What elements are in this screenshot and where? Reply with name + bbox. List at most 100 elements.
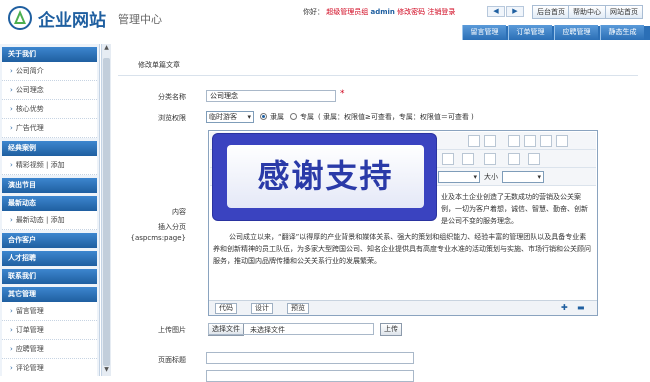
sidebar-item[interactable]: › 最新动态 | 添加 [2,211,97,230]
paging-tag: {aspcms:page} [130,234,186,242]
scroll-down-icon[interactable]: ▼ [102,366,111,376]
thank-you-text: 感谢支持 [227,145,424,208]
table-icon[interactable] [484,135,496,147]
tab-orders[interactable]: 订单管理 [508,25,552,40]
sidebar-item-label: 评论管理 [15,364,44,372]
sidebar-item[interactable]: › 精彩视频 | 添加 [2,156,97,175]
admin-home-button[interactable]: 后台首页 [532,5,570,19]
font-family-select[interactable] [438,171,480,183]
chevron-right-icon: › [10,67,13,75]
chevron-right-icon: › [10,161,13,169]
image-icon[interactable] [468,135,480,147]
sidebar-item-label: 应聘管理 [15,345,44,353]
section-title: 修改单篇文章 [118,54,638,76]
radio-exclusive-label: 隶属 [270,113,284,121]
sidebar-item[interactable]: › 公司理念 [2,81,97,100]
prev-control-icon[interactable]: ◀ [487,6,505,17]
sidebar-item-label: 公司简介 [15,67,44,75]
content-label: 内容 [172,208,186,216]
sidebar-section-header[interactable]: 人才招聘 [2,251,97,266]
greeting: 你好： [303,8,324,16]
chevron-right-icon: › [10,326,13,334]
chevron-right-icon: › [10,124,13,132]
radio-special[interactable] [290,113,297,120]
category-label: 分类名称 [158,93,186,101]
thank-you-banner: 感谢支持 [213,134,436,220]
required-mark: * [340,89,345,99]
logo-title: 企业网站 [38,11,106,31]
logo-subtitle: 管理中心 [118,13,162,26]
sidebar-item[interactable]: › 核心优势 [2,100,97,119]
sidebar-section-header[interactable]: 最新动态 [2,196,97,211]
sidebar-section-header[interactable]: 联系我们 [2,269,97,284]
chevron-right-icon: › [10,105,13,113]
font-color-icon[interactable] [462,153,474,165]
category-input[interactable]: 公司理念 [206,90,336,102]
permission-note: ( 隶属：权限值≥可查看，专属：权限值＝可查看 ) [318,113,474,121]
upload-button[interactable]: 上传 [380,323,402,336]
mode-design-button[interactable]: 设计 [251,303,273,314]
expand-icon[interactable]: ✚ [561,303,568,312]
sidebar-item[interactable]: › 评论管理 [2,359,97,376]
logout-link[interactable]: 注销登录 [427,8,455,16]
sidebar-section-header[interactable]: 关于我们 [2,47,97,62]
tab-static-generate[interactable]: 静态生成 [600,25,644,40]
sidebar-section-header[interactable]: 其它管理 [2,287,97,302]
sidebar-section-header[interactable]: 演出节目 [2,178,97,193]
special-char-icon[interactable] [508,153,520,165]
editor-mode-bar: 代码 设计 预览 ✚ ▬ [209,300,597,315]
sidebar-item-label: 订单管理 [15,326,44,334]
tab-messages[interactable]: 留言管理 [462,25,506,40]
scroll-up-icon[interactable]: ▲ [102,44,111,54]
sidebar-section-header[interactable]: 经典案例 [2,141,97,156]
user-role: 超级管理员组 [326,8,369,16]
collapse-icon[interactable]: ▬ [577,303,585,312]
sidebar-item-label: 公司理念 [15,86,44,94]
emoticon-icon[interactable] [528,153,540,165]
paging-label: 插入分页 [158,223,186,231]
font-size-select[interactable] [502,171,544,183]
chevron-right-icon: › [10,364,13,372]
radio-special-label: 专属 [300,113,314,121]
sidebar-item-label: 留言管理 [15,307,44,315]
change-password-link[interactable]: 修改密码 [397,8,425,16]
sidebar: 关于我们 › 公司简介 › 公司理念 › 核心优势 › 广告代理 经典案例 › 精彩视频 | 添加 演出… [0,44,100,376]
tab-applications[interactable]: 应聘管理 [554,25,598,40]
radio-exclusive[interactable] [260,113,267,120]
sidebar-item[interactable]: › 应聘管理 [2,340,97,359]
chevron-right-icon: › [10,216,13,224]
next-control-icon[interactable]: ▶ [506,6,524,17]
upload-label: 上传图片 [158,326,186,334]
link-icon[interactable] [508,135,520,147]
sidebar-item-label: 广告代理 [15,124,44,132]
sidebar-item[interactable]: › 留言管理 [2,302,97,321]
anchor-icon[interactable] [442,153,454,165]
mode-preview-button[interactable]: 预览 [287,303,309,314]
flash-icon[interactable] [524,135,536,147]
permission-select[interactable]: 临时游客 [206,111,254,123]
font-size-label: 大小 [484,173,498,181]
help-center-button[interactable]: 帮助中心 [568,5,606,19]
media-icon[interactable] [540,135,552,147]
highlight-icon[interactable] [484,153,496,165]
user-bar: 你好： 超级管理员组 admin 修改密码 注销登录 [303,7,455,17]
page-title-label: 页面标题 [158,356,186,364]
chevron-right-icon: › [10,345,13,353]
site-home-button[interactable]: 网站首页 [605,5,643,19]
sidebar-item[interactable]: › 公司简介 [2,62,97,81]
html-icon[interactable] [556,135,568,147]
top-header: 企业网站 管理中心 你好： 超级管理员组 admin 修改密码 注销登录 ◀ ▶… [0,0,650,40]
sidebar-item[interactable]: › 广告代理 [2,119,97,138]
chevron-right-icon: › [10,86,13,94]
sidebar-item-label: 精彩视频 | 添加 [15,161,65,169]
sidebar-item[interactable]: › 订单管理 [2,321,97,340]
editor-paragraph: 公司成立以来，“翻译”以得厚的产业背景和媒体关系、强大的策划和组织能力、经验丰富… [213,233,591,265]
sidebar-section-header[interactable]: 合作客户 [2,233,97,248]
sidebar-item-label: 核心优势 [15,105,44,113]
chevron-right-icon: › [10,307,13,315]
next-field-input[interactable] [206,370,414,382]
logo-icon [8,6,32,30]
page-title-input[interactable] [206,352,414,364]
mode-code-button[interactable]: 代码 [215,303,237,314]
sidebar-item-label: 最新动态 | 添加 [15,216,65,224]
